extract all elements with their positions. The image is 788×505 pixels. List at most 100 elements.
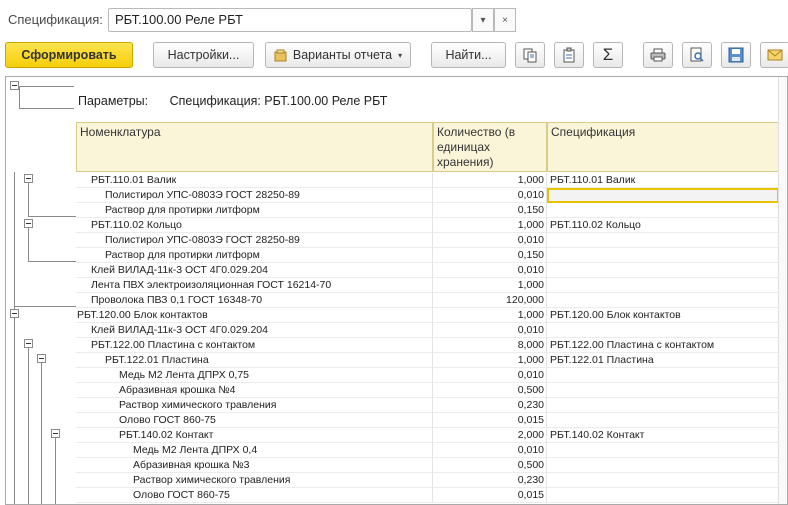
cell-specification[interactable] — [547, 488, 779, 503]
cell-quantity[interactable]: 0,500 — [433, 458, 547, 473]
cell-quantity[interactable]: 2,000 — [433, 428, 547, 443]
table-row[interactable]: Проволока ПВЗ 0,1 ГОСТ 16348-70 120,000 — [76, 293, 779, 308]
table-row[interactable]: РБТ.122.00 Пластина с контактом 8,000 РБТ.… — [76, 338, 779, 353]
collapse-toggle-icon[interactable] — [37, 354, 46, 363]
cell-nomenclature[interactable]: Раствор для протирки литформ — [76, 248, 433, 263]
generate-button[interactable]: Сформировать — [5, 42, 133, 68]
collapse-toggle-icon[interactable] — [24, 174, 33, 183]
cell-specification[interactable] — [547, 473, 779, 488]
cell-quantity[interactable]: 0,015 — [433, 488, 547, 503]
cell-quantity[interactable]: 0,015 — [433, 413, 547, 428]
cell-specification[interactable] — [547, 248, 779, 263]
cell-quantity[interactable]: 0,010 — [433, 188, 547, 203]
cell-quantity[interactable]: 120,000 — [433, 293, 547, 308]
cell-quantity[interactable]: 0,150 — [433, 203, 547, 218]
table-row[interactable]: РБТ.110.02 Кольцо 1,000 РБТ.110.02 Кольцо — [76, 218, 779, 233]
clear-icon[interactable]: × — [494, 8, 516, 32]
report-variants-button[interactable]: Варианты отчета ▾ — [265, 42, 411, 68]
cell-specification[interactable] — [547, 263, 779, 278]
cell-quantity[interactable]: 0,010 — [433, 368, 547, 383]
table-row[interactable]: Клей ВИЛАД-11к-3 ОСТ 4Г0.029.204 0,010 — [76, 263, 779, 278]
cell-specification[interactable] — [547, 278, 779, 293]
cell-specification[interactable] — [547, 398, 779, 413]
settings-button[interactable]: Настройки... — [153, 42, 254, 68]
collapse-toggle-icon[interactable] — [10, 81, 19, 90]
cell-quantity[interactable]: 1,000 — [433, 308, 547, 323]
cell-nomenclature[interactable]: Абразивная крошка №3 — [76, 458, 433, 473]
report-spreadsheet[interactable]: Параметры: Спецификация: РБТ.100.00 Реле… — [5, 76, 788, 505]
cell-specification[interactable]: РБТ.140.02 Контакт — [547, 428, 779, 443]
cell-quantity[interactable]: 0,230 — [433, 398, 547, 413]
table-row[interactable]: Раствор для протирки литформ 0,150 — [76, 248, 779, 263]
paste-button[interactable] — [554, 42, 584, 68]
cell-nomenclature[interactable]: Клей ВИЛАД-11к-3 ОСТ 4Г0.029.204 — [76, 323, 433, 338]
table-row[interactable]: Полистирол УПС-0803Э ГОСТ 28250-89 0,010 — [76, 188, 779, 203]
cell-nomenclature[interactable]: Олово ГОСТ 860-75 — [76, 488, 433, 503]
collapse-toggle-icon[interactable] — [24, 219, 33, 228]
cell-nomenclature[interactable]: РБТ.122.01 Пластина — [76, 353, 433, 368]
vertical-scrollbar[interactable] — [778, 77, 787, 504]
cell-quantity[interactable]: 0,010 — [433, 443, 547, 458]
table-row[interactable]: Олово ГОСТ 860-75 0,015 — [76, 413, 779, 428]
cell-quantity[interactable]: 1,000 — [433, 173, 547, 188]
table-row[interactable]: РБТ.110.01 Валик 1,000 РБТ.110.01 Валик — [76, 173, 779, 188]
email-button[interactable] — [760, 42, 788, 68]
table-row[interactable]: Медь М2 Лента ДПРХ 0,4 0,010 — [76, 443, 779, 458]
cell-specification[interactable] — [547, 188, 779, 203]
table-row[interactable]: Абразивная крошка №4 0,500 — [76, 383, 779, 398]
cell-quantity[interactable]: 0,500 — [433, 383, 547, 398]
table-row[interactable]: Лента ПВХ электроизоляционная ГОСТ 16214… — [76, 278, 779, 293]
cell-specification[interactable] — [547, 203, 779, 218]
cell-specification[interactable]: РБТ.122.00 Пластина с контактом — [547, 338, 779, 353]
cell-quantity[interactable]: 0,010 — [433, 263, 547, 278]
cell-nomenclature[interactable]: Проволока ПВЗ 0,1 ГОСТ 16348-70 — [76, 293, 433, 308]
table-row[interactable]: РБТ.120.00 Блок контактов 1,000 РБТ.120.00… — [76, 308, 779, 323]
dropdown-icon[interactable]: ▾ — [472, 8, 494, 32]
cell-specification[interactable] — [547, 458, 779, 473]
cell-specification[interactable]: РБТ.122.01 Пластина — [547, 353, 779, 368]
sum-button[interactable]: Σ — [593, 42, 623, 68]
collapse-toggle-icon[interactable] — [51, 429, 60, 438]
table-row[interactable]: Абразивная крошка №3 0,500 — [76, 458, 779, 473]
collapse-toggle-icon[interactable] — [10, 309, 19, 318]
cell-nomenclature[interactable]: Олово ГОСТ 860-75 — [76, 413, 433, 428]
cell-quantity[interactable]: 0,150 — [433, 248, 547, 263]
cell-nomenclature[interactable]: РБТ.122.00 Пластина с контактом — [76, 338, 433, 353]
collapse-toggle-icon[interactable] — [24, 339, 33, 348]
cell-nomenclature[interactable]: РБТ.110.01 Валик — [76, 173, 433, 188]
preview-button[interactable] — [682, 42, 712, 68]
cell-nomenclature[interactable]: РБТ.140.02 Контакт — [76, 428, 433, 443]
cell-nomenclature[interactable]: Раствор химического травления — [76, 473, 433, 488]
table-row[interactable]: Раствор химического травления 0,230 — [76, 473, 779, 488]
table-row[interactable]: Полистирол УПС-0803Э ГОСТ 28250-89 0,010 — [76, 233, 779, 248]
cell-quantity[interactable]: 8,000 — [433, 338, 547, 353]
table-row[interactable]: Медь М2 Лента ДПРХ 0,75 0,010 — [76, 368, 779, 383]
cell-specification[interactable] — [547, 233, 779, 248]
cell-quantity[interactable]: 1,000 — [433, 218, 547, 233]
cell-nomenclature[interactable]: Лента ПВХ электроизоляционная ГОСТ 16214… — [76, 278, 433, 293]
save-button[interactable] — [721, 42, 751, 68]
cell-quantity[interactable]: 1,000 — [433, 278, 547, 293]
cell-specification[interactable]: РБТ.110.01 Валик — [547, 173, 779, 188]
find-button[interactable]: Найти... — [431, 42, 506, 68]
cell-nomenclature[interactable]: Клей ВИЛАД-11к-3 ОСТ 4Г0.029.204 — [76, 263, 433, 278]
cell-nomenclature[interactable]: РБТ.120.00 Блок контактов — [76, 308, 433, 323]
table-row[interactable]: Клей ВИЛАД-11к-3 ОСТ 4Г0.029.204 0,010 — [76, 323, 779, 338]
cell-nomenclature[interactable]: Раствор химического травления — [76, 398, 433, 413]
cell-nomenclature[interactable]: Раствор для протирки литформ — [76, 203, 433, 218]
copy-button[interactable] — [515, 42, 545, 68]
cell-quantity[interactable]: 1,000 — [433, 353, 547, 368]
cell-quantity[interactable]: 0,230 — [433, 473, 547, 488]
cell-nomenclature[interactable]: Абразивная крошка №4 — [76, 383, 433, 398]
table-row[interactable]: Олово ГОСТ 860-75 0,015 — [76, 488, 779, 503]
table-row[interactable]: Раствор химического травления 0,230 — [76, 398, 779, 413]
table-row[interactable]: РБТ.140.02 Контакт 2,000 РБТ.140.02 Контак… — [76, 428, 779, 443]
cell-specification[interactable] — [547, 293, 779, 308]
cell-specification[interactable]: РБТ.120.00 Блок контактов — [547, 308, 779, 323]
cell-nomenclature[interactable]: Медь М2 Лента ДПРХ 0,75 — [76, 368, 433, 383]
specification-field[interactable]: РБТ.100.00 Реле РБТ — [108, 8, 472, 32]
cell-quantity[interactable]: 0,010 — [433, 323, 547, 338]
cell-specification[interactable] — [547, 368, 779, 383]
cell-specification[interactable]: РБТ.110.02 Кольцо — [547, 218, 779, 233]
print-button[interactable] — [643, 42, 673, 68]
